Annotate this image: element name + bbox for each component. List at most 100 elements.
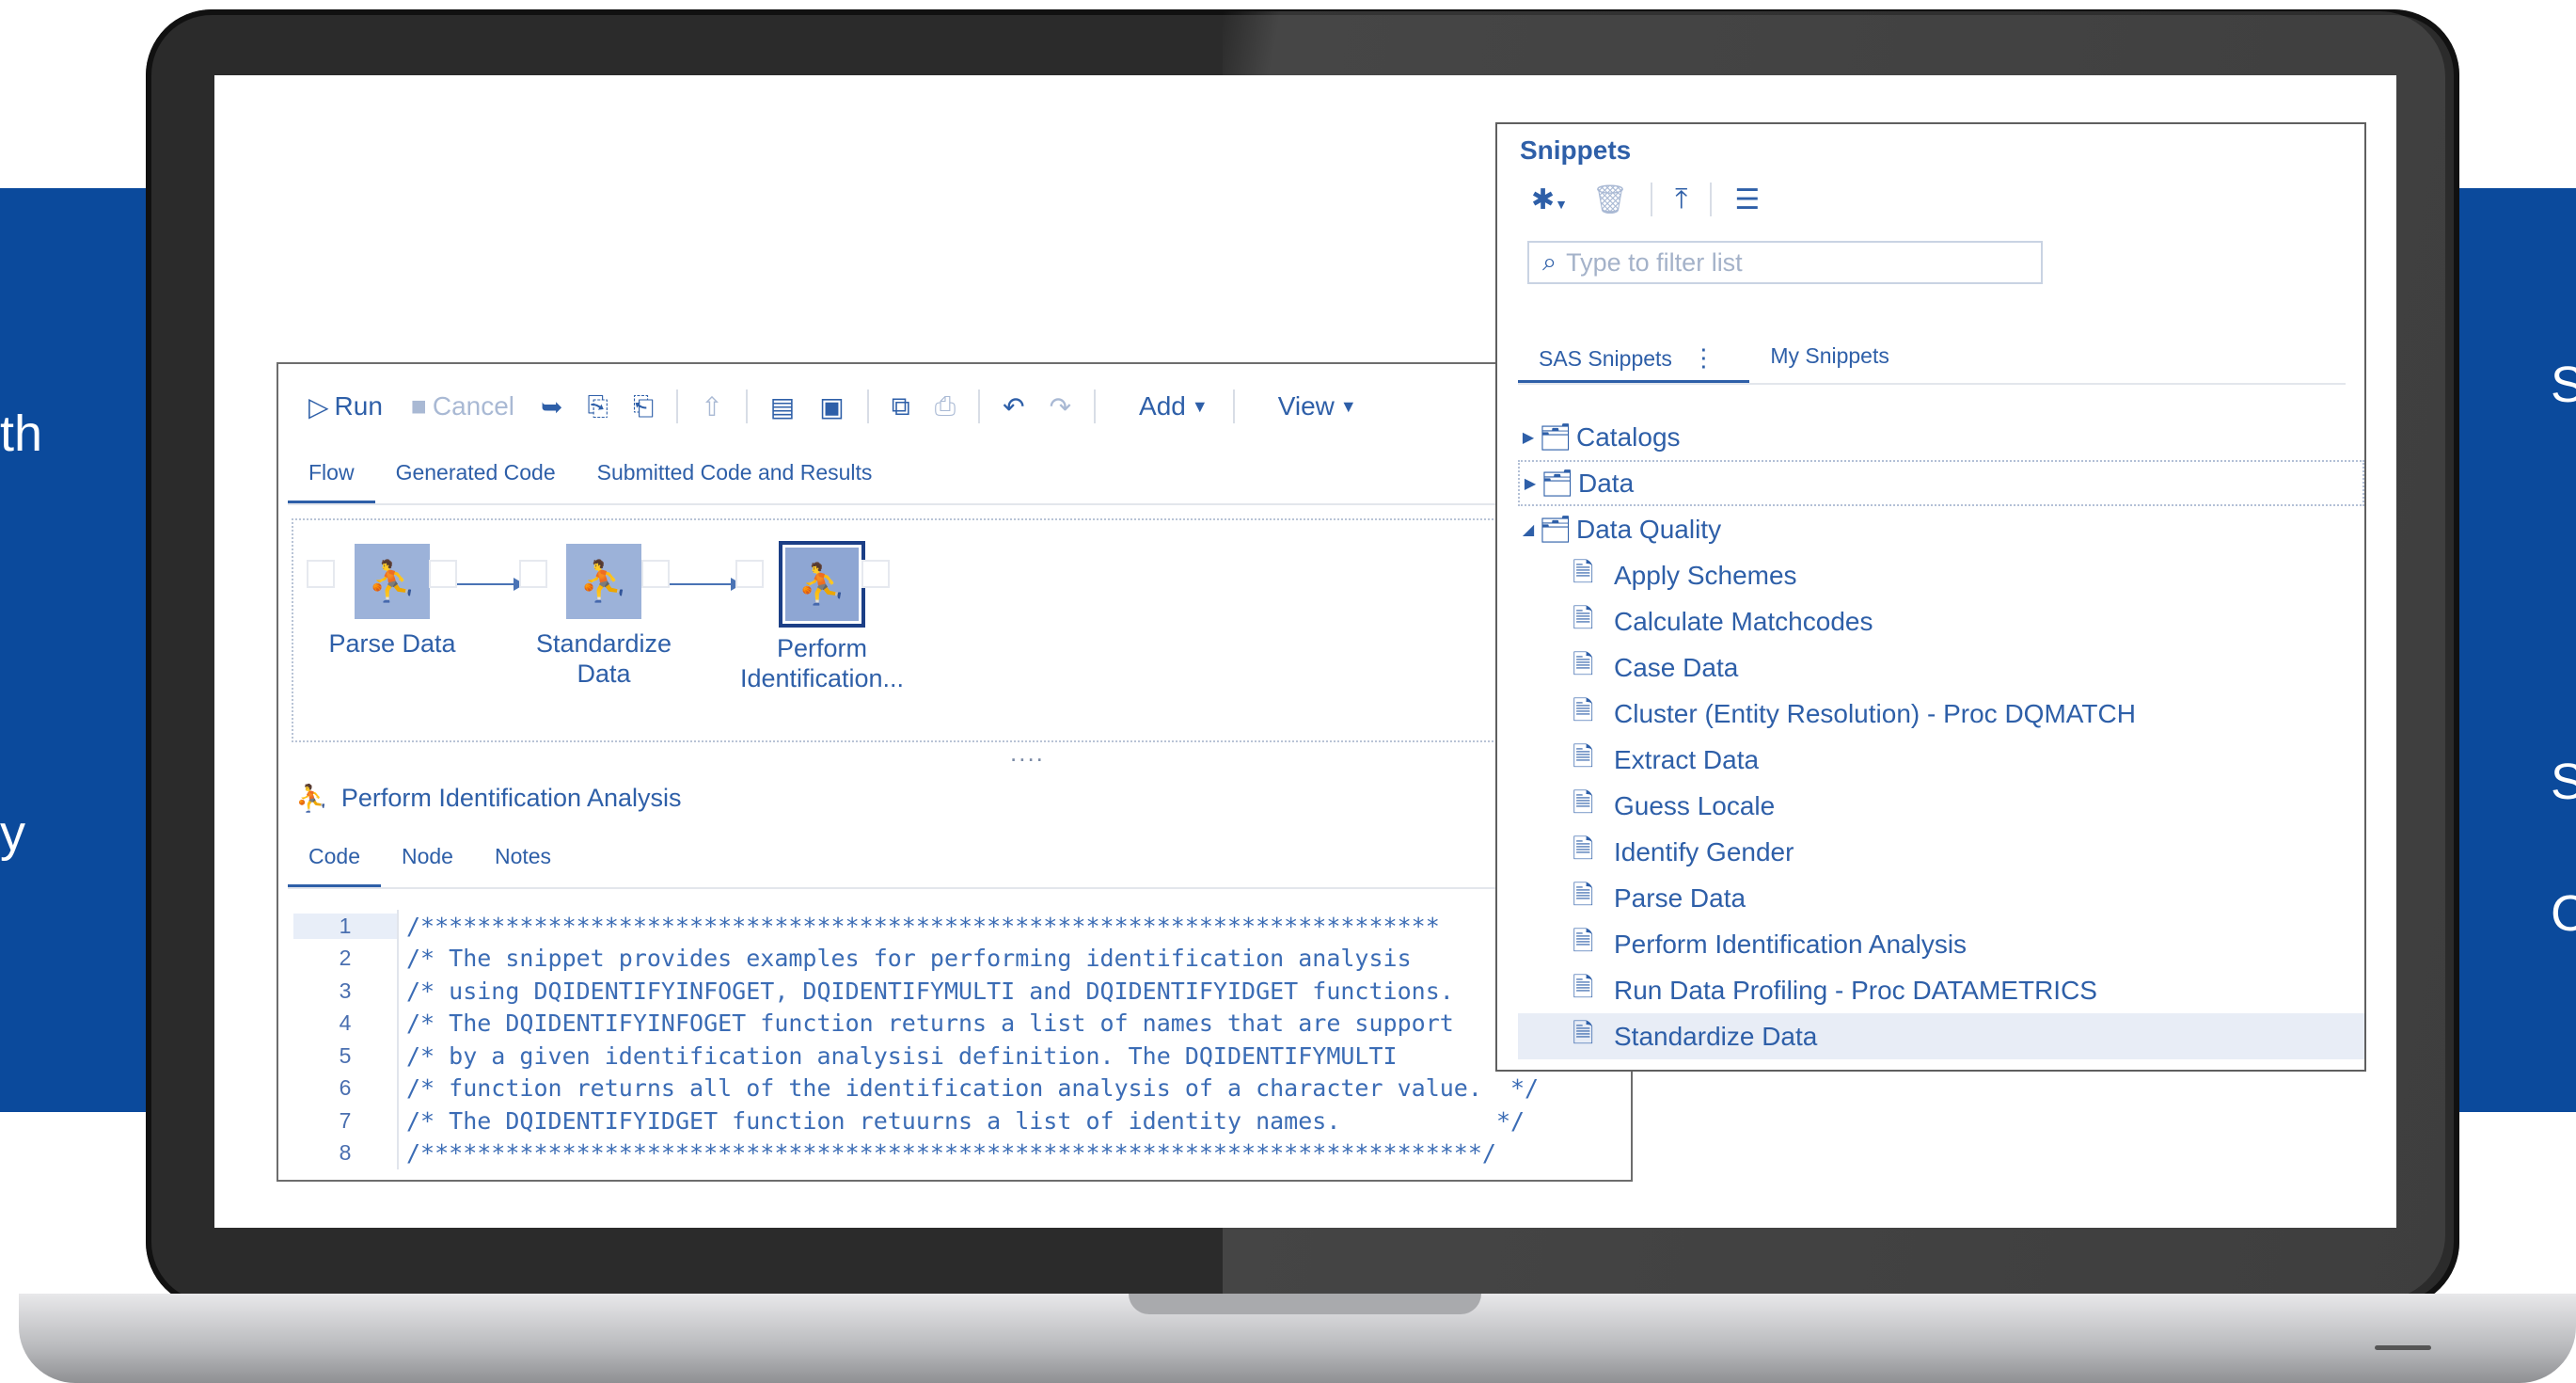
stop-icon: ■ bbox=[410, 391, 427, 421]
code-text: /***************************************… bbox=[397, 910, 1440, 943]
snippet-file-icon: 🗎 bbox=[1572, 649, 1594, 679]
node-icon: ⛹ bbox=[295, 784, 328, 813]
view-menu-button[interactable]: View ▼ bbox=[1269, 391, 1367, 421]
node-icon: ⛹ bbox=[355, 544, 430, 619]
tree-item[interactable]: 🗎 Perform Identification Analysis bbox=[1518, 921, 2364, 967]
code-line: 5 /* by a given identification analysisi… bbox=[293, 1040, 1629, 1073]
tree-item[interactable]: 🗎 Identify Gender bbox=[1518, 829, 2364, 875]
expand-icon[interactable]: ▶ bbox=[1518, 428, 1539, 447]
code-text: /* using DQIDENTIFYINFOGET, DQIDENTIFYMU… bbox=[397, 975, 1454, 1008]
tree-item[interactable]: 🗎 Guess Locale bbox=[1518, 783, 2364, 829]
flow-node-perform-identification[interactable]: ⛹ Perform Identification... bbox=[723, 541, 921, 693]
output-port[interactable] bbox=[861, 560, 890, 588]
redo-icon[interactable]: ↷ bbox=[1042, 391, 1079, 422]
left-text-fragment: y bbox=[0, 805, 25, 862]
more-options-icon[interactable]: ⋮ bbox=[1678, 340, 1729, 375]
right-text-fragment: S bbox=[2551, 754, 2576, 810]
line-number: 8 bbox=[339, 1140, 352, 1166]
toolbar-divider bbox=[676, 389, 679, 423]
code-line: 8 /*************************************… bbox=[293, 1137, 1629, 1169]
line-number: 7 bbox=[339, 1107, 352, 1133]
caret-down-icon: ▼ bbox=[1191, 396, 1209, 416]
output-port[interactable] bbox=[429, 560, 457, 588]
left-blue-band bbox=[0, 188, 160, 1112]
search-icon: ⌕ bbox=[1542, 247, 1557, 276]
tree-item[interactable]: 🗎 Case Data bbox=[1518, 644, 2364, 691]
flow-editor-window: ▷ Run ■ Cancel ➥ ⎘ ⎗ ⇧ ▤ ▣ ⧉ ⎙ ↶ ↷ Add ▼… bbox=[277, 362, 1633, 1182]
code-editor[interactable]: 1 /*************************************… bbox=[293, 910, 1629, 1180]
code-line: 4 /* The DQIDENTIFYINFOGET function retu… bbox=[293, 1007, 1629, 1040]
flow-node-parse-data[interactable]: ⛹ Parse Data bbox=[293, 544, 491, 659]
snippet-file-icon: 🗎 bbox=[1572, 926, 1594, 956]
new-snippet-icon[interactable]: ✱▼ bbox=[1524, 183, 1575, 216]
run-step-icon[interactable]: ➥ bbox=[533, 391, 570, 422]
tree-item[interactable]: 🗎 Calculate Matchcodes bbox=[1518, 598, 2364, 644]
tab-code[interactable]: Code bbox=[288, 844, 381, 887]
tree-folder-catalogs[interactable]: ▶ 🗂 Catalogs bbox=[1518, 414, 2364, 460]
tab-submitted-code[interactable]: Submitted Code and Results bbox=[577, 460, 893, 503]
snippet-file-icon: 🗎 bbox=[1572, 741, 1594, 771]
save-icon[interactable]: ▤ bbox=[763, 391, 802, 422]
flow-canvas[interactable]: ⛹ Parse Data ⛹ Standardize Data ⛹ Perfor… bbox=[292, 518, 1621, 742]
tab-node[interactable]: Node bbox=[381, 844, 474, 887]
snippets-title: Snippets bbox=[1520, 135, 1632, 165]
tree-item-selected[interactable]: 🗎 Standardize Data bbox=[1518, 1013, 2364, 1059]
undo-icon[interactable]: ↶ bbox=[995, 391, 1032, 422]
tree-folder-data[interactable]: ▶ 🗂 Data bbox=[1518, 460, 2364, 506]
run-from-icon[interactable]: ⎘ bbox=[579, 391, 615, 422]
paste-icon[interactable]: ⎙ bbox=[927, 391, 963, 422]
left-text-fragment: th bbox=[0, 405, 43, 462]
tree-item[interactable]: 🗎 Apply Schemes bbox=[1518, 552, 2364, 598]
snippet-file-icon: 🗎 bbox=[1572, 880, 1594, 910]
save-as-icon[interactable]: ▣ bbox=[812, 391, 851, 422]
snippet-file-icon: 🗎 bbox=[1572, 557, 1594, 587]
tab-notes[interactable]: Notes bbox=[474, 844, 572, 887]
snippet-file-icon: 🗎 bbox=[1572, 972, 1594, 1002]
delete-icon[interactable]: 🗑 bbox=[1585, 183, 1636, 216]
upload-icon[interactable]: ⇧ bbox=[693, 391, 730, 422]
snippets-panel: Snippets ✱▼ 🗑 ⤒ ☰ ⌕ Type to filter list … bbox=[1495, 122, 2366, 1072]
output-port[interactable] bbox=[641, 560, 670, 588]
toolbar-divider bbox=[1710, 183, 1713, 216]
toolbar-divider bbox=[978, 389, 981, 423]
properties-icon[interactable]: ☰ bbox=[1727, 183, 1767, 216]
flow-node-standardize-data[interactable]: ⛹ Standardize Data bbox=[505, 544, 703, 689]
caret-down-icon: ▼ bbox=[1339, 396, 1357, 416]
tree-item[interactable]: 🗎 Parse Data bbox=[1518, 875, 2364, 921]
tree-item[interactable]: 🗎 Run Data Profiling - Proc DATAMETRICS bbox=[1518, 967, 2364, 1013]
tab-flow[interactable]: Flow bbox=[288, 460, 375, 503]
right-text-fragment: S bbox=[2551, 357, 2576, 413]
snippet-file-icon: 🗎 bbox=[1572, 834, 1594, 864]
node-panel-title: ⛹ Perform Identification Analysis bbox=[295, 784, 682, 813]
run-to-icon[interactable]: ⎗ bbox=[625, 391, 661, 422]
tree-folder-data-quality[interactable]: ◢ 🗂 Data Quality bbox=[1518, 506, 2364, 552]
flow-toolbar: ▷ Run ■ Cancel ➥ ⎘ ⎗ ⇧ ▤ ▣ ⧉ ⎙ ↶ ↷ Add ▼… bbox=[278, 364, 1631, 449]
tab-generated-code[interactable]: Generated Code bbox=[375, 460, 577, 503]
run-button[interactable]: ▷ Run bbox=[299, 391, 392, 422]
line-number: 5 bbox=[339, 1042, 352, 1068]
tab-my-snippets[interactable]: My Snippets bbox=[1749, 336, 1910, 383]
collapse-icon[interactable]: ◢ bbox=[1518, 520, 1539, 539]
tab-sas-snippets[interactable]: SAS Snippets ⋮ bbox=[1518, 336, 1750, 383]
pane-splitter[interactable]: .... bbox=[1010, 739, 1045, 768]
expand-icon[interactable]: ▶ bbox=[1520, 474, 1541, 493]
folder-icon: 🗂 bbox=[1539, 422, 1572, 452]
copy-icon[interactable]: ⧉ bbox=[884, 391, 918, 422]
code-text: /***************************************… bbox=[397, 1137, 1496, 1169]
snippets-tabs: SAS Snippets ⋮ My Snippets bbox=[1518, 336, 2346, 385]
line-number: 2 bbox=[339, 946, 352, 971]
folder-icon: 🗂 bbox=[1539, 515, 1572, 544]
cancel-button[interactable]: ■ Cancel bbox=[402, 391, 524, 421]
snippet-file-icon: 🗎 bbox=[1572, 603, 1594, 633]
tree-item[interactable]: 🗎 Extract Data bbox=[1518, 737, 2364, 783]
code-line: 6 /* function returns all of the identif… bbox=[293, 1072, 1629, 1105]
tree-item[interactable]: 🗎 Cluster (Entity Resolution) - Proc DQM… bbox=[1518, 691, 2364, 737]
filter-input[interactable]: ⌕ Type to filter list bbox=[1527, 241, 2043, 284]
snippet-file-icon: 🗎 bbox=[1572, 695, 1594, 725]
code-text: /* The snippet provides examples for per… bbox=[397, 942, 1412, 975]
snippet-file-icon: 🗎 bbox=[1572, 1018, 1594, 1048]
line-number: 1 bbox=[293, 913, 397, 939]
line-number: 6 bbox=[339, 1075, 352, 1101]
add-menu-button[interactable]: Add ▼ bbox=[1130, 391, 1218, 421]
insert-snippet-icon[interactable]: ⤒ bbox=[1667, 183, 1695, 215]
